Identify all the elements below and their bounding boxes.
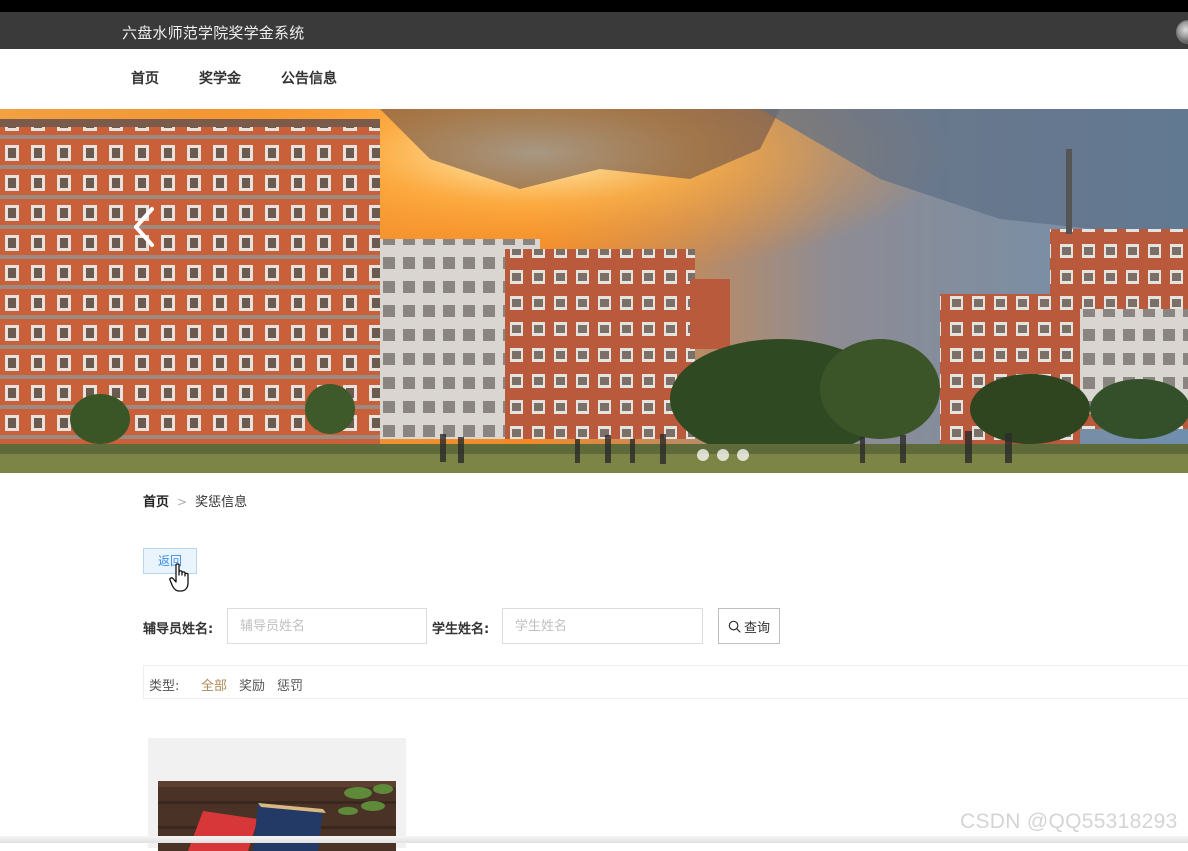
carousel-dot[interactable] <box>737 449 749 461</box>
query-button[interactable]: 查询 <box>718 608 780 644</box>
type-option-reward[interactable]: 奖励 <box>239 675 265 694</box>
main-nav: 首页 奖学金 公告信息 <box>0 49 1188 109</box>
search-form: 辅导员姓名: 学生姓名: 查询 <box>143 608 793 644</box>
top-strip <box>0 0 1188 12</box>
page-bottom-edge <box>0 836 1188 843</box>
breadcrumb-separator: > <box>177 495 188 509</box>
counselor-name-input[interactable] <box>227 608 427 644</box>
type-filter-label: 类型: <box>149 679 180 694</box>
student-name-input[interactable] <box>502 608 703 644</box>
carousel-dot[interactable] <box>697 449 709 461</box>
query-button-label: 查询 <box>743 620 770 636</box>
user-avatar[interactable] <box>1176 20 1188 44</box>
carousel-dot[interactable] <box>717 449 729 461</box>
nav-item-home[interactable]: 首页 <box>131 68 159 88</box>
carousel-indicators <box>697 446 757 461</box>
type-filter-bar: 类型: 全部 奖励 惩罚 <box>143 665 1188 699</box>
nav-item-notices[interactable]: 公告信息 <box>281 68 337 88</box>
hand-cursor-icon <box>169 563 189 592</box>
header-bar: 六盘水师范学院奖学金系统 <box>0 12 1188 49</box>
counselor-name-label: 辅导员姓名: <box>143 622 214 637</box>
breadcrumb: 首页 > 奖惩信息 <box>143 491 247 510</box>
breadcrumb-current: 奖惩信息 <box>195 495 248 510</box>
prev-slide-icon[interactable] <box>130 205 160 249</box>
type-option-all[interactable]: 全部 <box>201 675 227 694</box>
type-option-punishment[interactable]: 惩罚 <box>277 675 303 694</box>
nav-item-scholarship[interactable]: 奖学金 <box>199 68 241 88</box>
campus-photo <box>0 109 1188 473</box>
student-name-label: 学生姓名: <box>432 622 490 637</box>
record-card[interactable] <box>148 738 406 851</box>
search-icon <box>728 620 741 632</box>
watermark: CSDN @QQ55318293 <box>960 810 1178 833</box>
banner-carousel <box>0 109 1188 473</box>
breadcrumb-home[interactable]: 首页 <box>143 495 169 510</box>
site-title: 六盘水师范学院奖学金系统 <box>122 24 305 42</box>
